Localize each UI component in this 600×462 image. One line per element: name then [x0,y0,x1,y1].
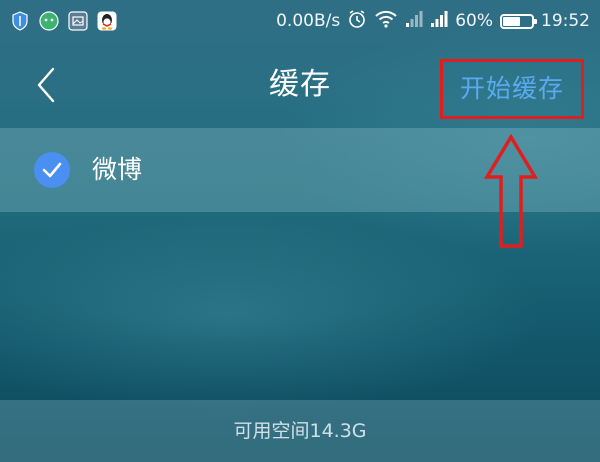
checkmark-icon [42,162,62,178]
list-item-label: 微博 [92,155,143,184]
notification-icons [10,11,126,31]
system-status: 0.00B/s 60% 19:52 [269,9,590,34]
qq-icon [97,11,117,31]
start-cache-button[interactable]: 开始缓存 [440,59,584,119]
battery-level [503,16,520,26]
wifi-icon [374,10,398,33]
wechat-icon [39,11,59,31]
shield-icon [10,11,30,31]
alarm-icon [347,9,367,34]
storage-footer: 可用空间14.3G [0,400,600,462]
header: 缓存 开始缓存 [0,42,600,128]
network-speed: 0.00B/s [276,11,341,31]
annotation-arrow-icon [484,134,538,248]
checkbox[interactable] [34,152,70,188]
battery-percent: 60% [455,11,493,31]
clock-time: 19:52 [541,11,590,31]
status-bar: 0.00B/s 60% 19:52 [0,0,600,42]
battery-icon [500,13,537,29]
signal-icon [405,10,423,33]
available-space-text: 可用空间14.3G [233,420,367,442]
signal-icon [430,10,448,33]
gallery-icon [68,11,88,31]
